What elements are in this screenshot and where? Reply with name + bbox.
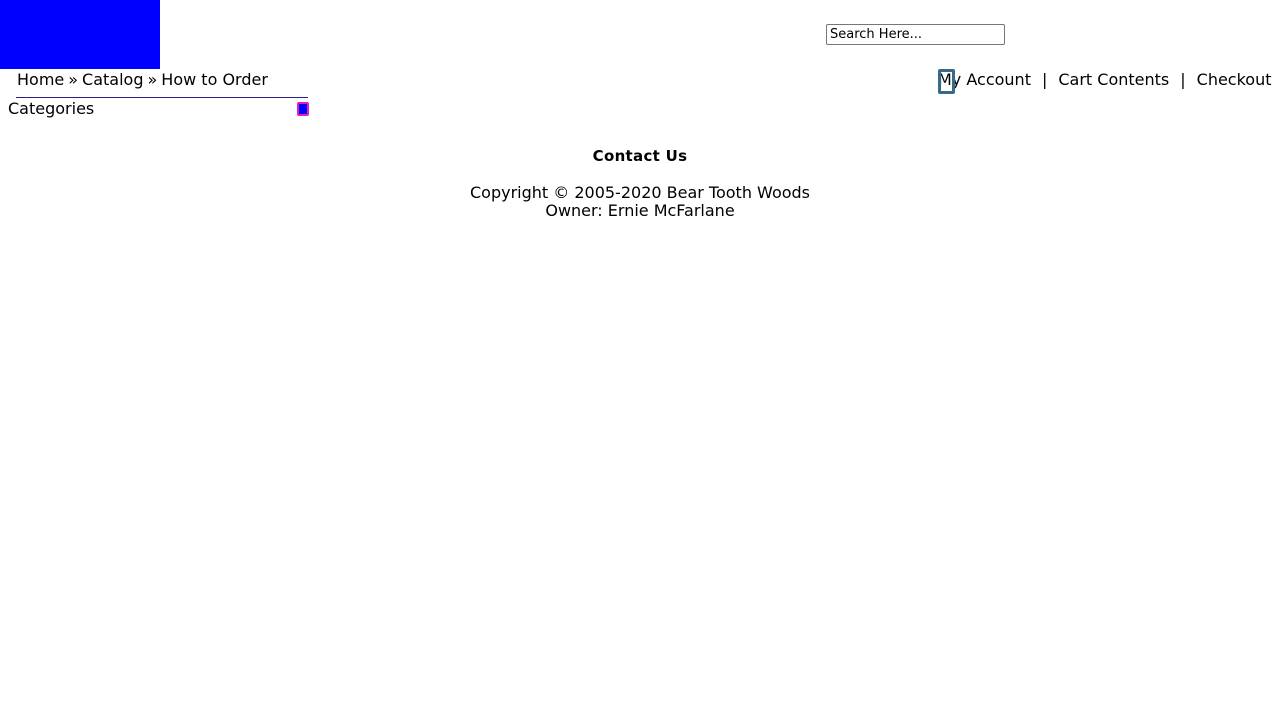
checkout-link[interactable]: Checkout — [1197, 70, 1272, 89]
copyright-text: Copyright © 2005-2020 Bear Tooth Woods — [469, 183, 811, 202]
page: Home»Catalog»How to Order My Account|Car… — [0, 0, 1280, 720]
search-input[interactable] — [826, 24, 1005, 45]
store-logo[interactable] — [0, 0, 160, 69]
breadcrumb-separator: » — [147, 70, 158, 89]
breadcrumb-home-link[interactable]: Home — [17, 70, 64, 89]
categories-heading: Categories — [8, 99, 95, 118]
breadcrumb-catalog-link[interactable]: Catalog — [82, 70, 143, 89]
cart-contents-link[interactable]: Cart Contents — [1058, 70, 1169, 89]
footer: Contact Us Copyright © 2005-2020 Bear To… — [0, 146, 1280, 220]
account-icon[interactable] — [938, 69, 955, 94]
contact-us-link[interactable]: Contact Us — [593, 146, 688, 166]
header-links: My Account | Cart Contents | Checkout — [938, 70, 1272, 90]
breadcrumb-how-to-order-link[interactable]: How to Order — [161, 70, 268, 89]
link-separator: | — [1041, 70, 1048, 89]
link-separator: | — [1180, 70, 1186, 89]
categories-divider — [16, 97, 308, 98]
logo-image — [0, 0, 160, 69]
breadcrumb: Home» Catalog» How to Order — [17, 70, 268, 90]
owner-text: Owner: Ernie McFarlane — [545, 201, 735, 220]
categories-toggle-icon[interactable] — [297, 102, 309, 116]
breadcrumb-separator: » — [68, 70, 79, 89]
